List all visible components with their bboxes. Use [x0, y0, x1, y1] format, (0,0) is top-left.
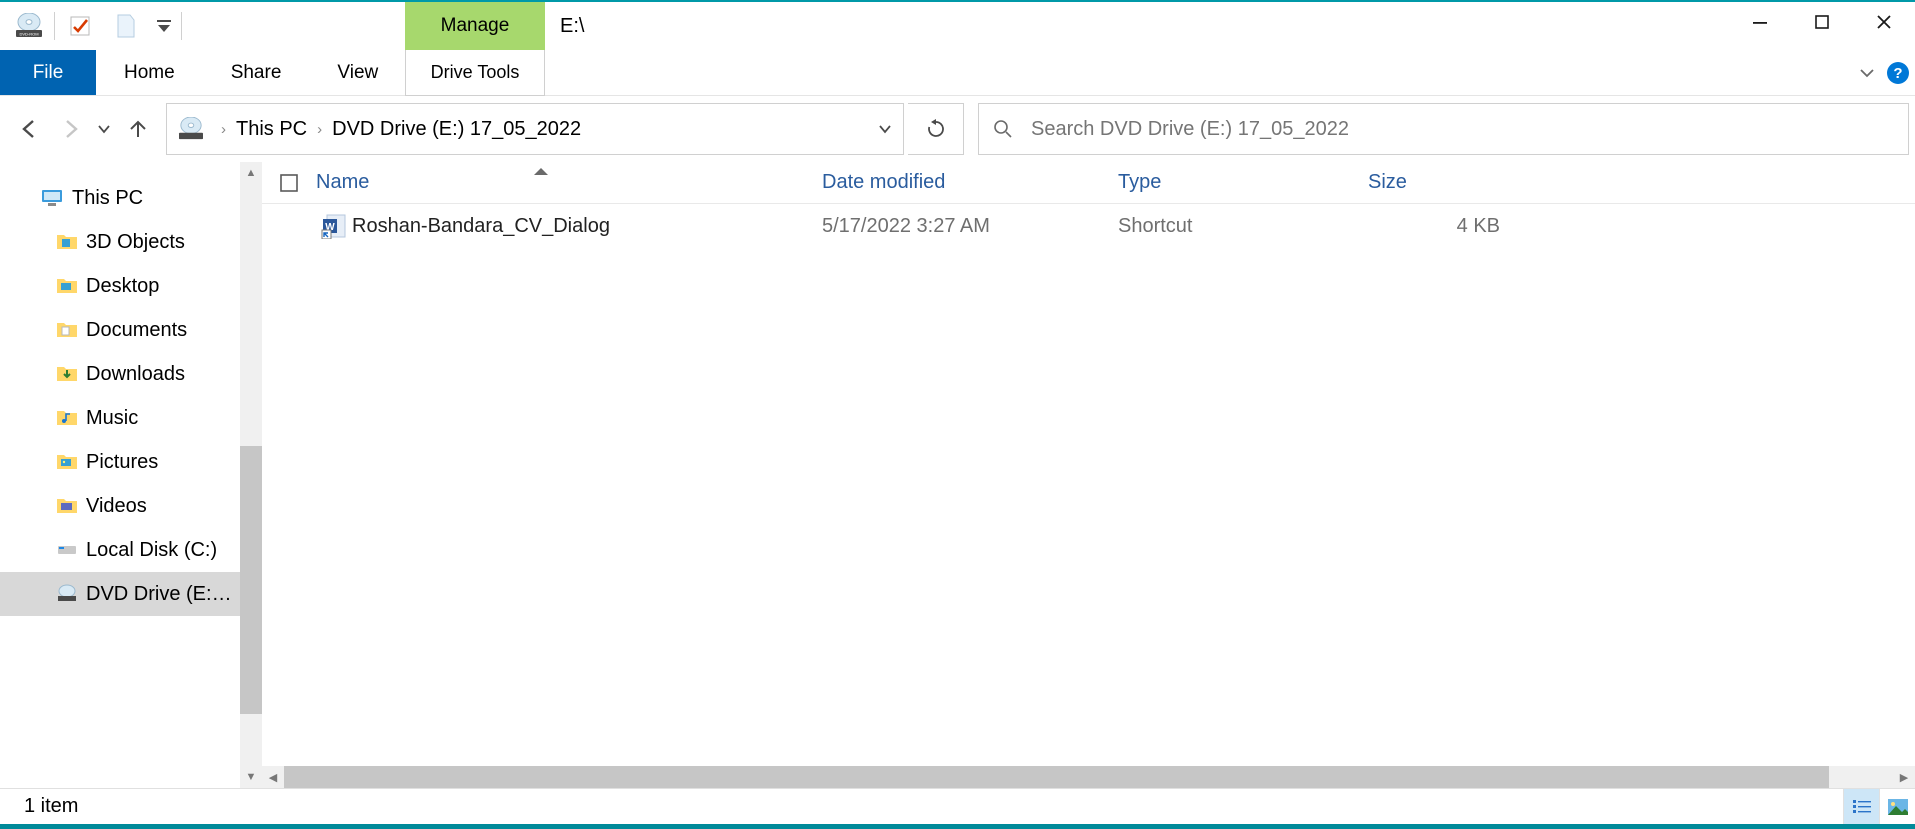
tree-item-label: Local Disk (C:) — [86, 539, 217, 562]
navigation-bar: › This PC › DVD Drive (E:) 17_05_2022 — [0, 96, 1915, 162]
main-area: This PC 3D Objects Desktop Documents Dow… — [0, 162, 1915, 788]
window-bottom-border — [0, 824, 1915, 829]
select-all-checkbox[interactable] — [262, 174, 316, 192]
title-bar: DVD-ROM Manage E:\ — [0, 2, 1915, 50]
tree-item-label: This PC — [72, 187, 143, 210]
tree-item-label: Videos — [86, 495, 147, 518]
tree-item-downloads[interactable]: Downloads — [0, 352, 262, 396]
scroll-up-arrow-icon[interactable]: ▲ — [240, 162, 262, 184]
column-type[interactable]: Type — [1118, 171, 1368, 194]
tab-home[interactable]: Home — [96, 50, 203, 95]
tree-item-dvd-drive[interactable]: DVD Drive (E:) 17 — [0, 572, 262, 616]
tab-view[interactable]: View — [309, 50, 406, 95]
word-shortcut-icon: W — [316, 213, 352, 239]
tree-item-label: 3D Objects — [86, 231, 185, 254]
sort-ascending-icon — [534, 168, 548, 175]
folder-icon — [56, 408, 78, 428]
tree-root-this-pc[interactable]: This PC — [0, 176, 262, 220]
minimize-button[interactable] — [1729, 2, 1791, 42]
tree-item-pictures[interactable]: Pictures — [0, 440, 262, 484]
file-tab[interactable]: File — [0, 50, 96, 95]
file-date: 5/17/2022 3:27 AM — [822, 215, 1118, 238]
column-headers: Name Date modified Type Size — [262, 162, 1915, 204]
navigation-pane: This PC 3D Objects Desktop Documents Dow… — [0, 162, 262, 788]
tree-item-local-disk[interactable]: Local Disk (C:) — [0, 528, 262, 572]
tree-item-documents[interactable]: Documents — [0, 308, 262, 352]
column-size[interactable]: Size — [1368, 171, 1506, 194]
chevron-right-icon[interactable]: › — [211, 121, 236, 138]
tree-item-label: Music — [86, 407, 138, 430]
ribbon-tabs: File Home Share View Drive Tools ? — [0, 50, 1915, 96]
search-icon — [993, 119, 1013, 139]
scroll-down-arrow-icon[interactable]: ▼ — [240, 766, 262, 788]
tab-share[interactable]: Share — [203, 50, 310, 95]
drive-icon — [56, 540, 78, 560]
close-button[interactable] — [1853, 2, 1915, 42]
address-bar[interactable]: › This PC › DVD Drive (E:) 17_05_2022 — [166, 103, 904, 155]
status-item-count: 1 item — [24, 795, 78, 818]
recent-locations-dropdown[interactable] — [92, 111, 116, 147]
tree-item-music[interactable]: Music — [0, 396, 262, 440]
thumbnails-view-button[interactable] — [1879, 789, 1915, 824]
folder-icon — [56, 496, 78, 516]
horizontal-scrollbar[interactable]: ◀ ▶ — [262, 766, 1915, 788]
tree-item-desktop[interactable]: Desktop — [0, 264, 262, 308]
up-button[interactable] — [120, 111, 156, 147]
folder-icon — [56, 364, 78, 384]
folder-icon — [56, 452, 78, 472]
tree-item-videos[interactable]: Videos — [0, 484, 262, 528]
tree-item-label: Pictures — [86, 451, 158, 474]
breadcrumb-segment[interactable]: DVD Drive (E:) 17_05_2022 — [332, 118, 581, 141]
scroll-right-arrow-icon[interactable]: ▶ — [1893, 766, 1915, 788]
tree-item-3d-objects[interactable]: 3D Objects — [0, 220, 262, 264]
drive-icon — [177, 117, 205, 141]
search-input[interactable] — [1031, 118, 1908, 141]
nav-vertical-scrollbar[interactable]: ▲ ▼ — [240, 162, 262, 788]
forward-button[interactable] — [52, 111, 88, 147]
window-title: E:\ — [560, 2, 584, 50]
column-name[interactable]: Name — [316, 171, 822, 194]
address-dropdown[interactable] — [867, 122, 903, 136]
file-size: 4 KB — [1368, 215, 1506, 238]
dvd-drive-icon — [56, 584, 78, 604]
back-button[interactable] — [12, 111, 48, 147]
status-bar: 1 item — [0, 788, 1915, 824]
qat-customize-dropdown[interactable] — [149, 2, 179, 50]
help-button[interactable]: ? — [1887, 62, 1909, 84]
details-view-button[interactable] — [1843, 789, 1879, 824]
refresh-button[interactable] — [908, 103, 964, 155]
quick-access-toolbar: DVD-ROM — [0, 2, 184, 50]
properties-icon[interactable] — [57, 2, 103, 50]
this-pc-icon — [40, 188, 64, 208]
chevron-right-icon[interactable]: › — [307, 121, 332, 138]
search-box[interactable] — [978, 103, 1909, 155]
file-row[interactable]: W Roshan-Bandara_CV_Dialog 5/17/2022 3:2… — [262, 204, 1915, 248]
file-list: Name Date modified Type Size W Roshan-Ba… — [262, 162, 1915, 788]
tab-drive-tools[interactable]: Drive Tools — [405, 50, 545, 96]
new-folder-icon[interactable] — [103, 2, 149, 50]
tree-item-label: Downloads — [86, 363, 185, 386]
tree-item-label: DVD Drive (E:) 17 — [86, 583, 238, 606]
contextual-tab-group: Manage — [405, 2, 545, 50]
scroll-left-arrow-icon[interactable]: ◀ — [262, 766, 284, 788]
column-date-modified[interactable]: Date modified — [822, 171, 1118, 194]
folder-icon — [56, 276, 78, 296]
drive-icon[interactable]: DVD-ROM — [6, 2, 52, 50]
tree-item-label: Desktop — [86, 275, 159, 298]
breadcrumb-segment[interactable]: This PC — [236, 118, 307, 141]
svg-text:DVD-ROM: DVD-ROM — [19, 32, 38, 37]
ribbon-expand-button[interactable] — [1857, 63, 1877, 83]
folder-icon — [56, 232, 78, 252]
contextual-tab-header: Manage — [405, 2, 545, 50]
maximize-button[interactable] — [1791, 2, 1853, 42]
folder-icon — [56, 320, 78, 340]
file-name: Roshan-Bandara_CV_Dialog — [352, 215, 822, 238]
file-type: Shortcut — [1118, 215, 1368, 238]
tree-item-label: Documents — [86, 319, 187, 342]
